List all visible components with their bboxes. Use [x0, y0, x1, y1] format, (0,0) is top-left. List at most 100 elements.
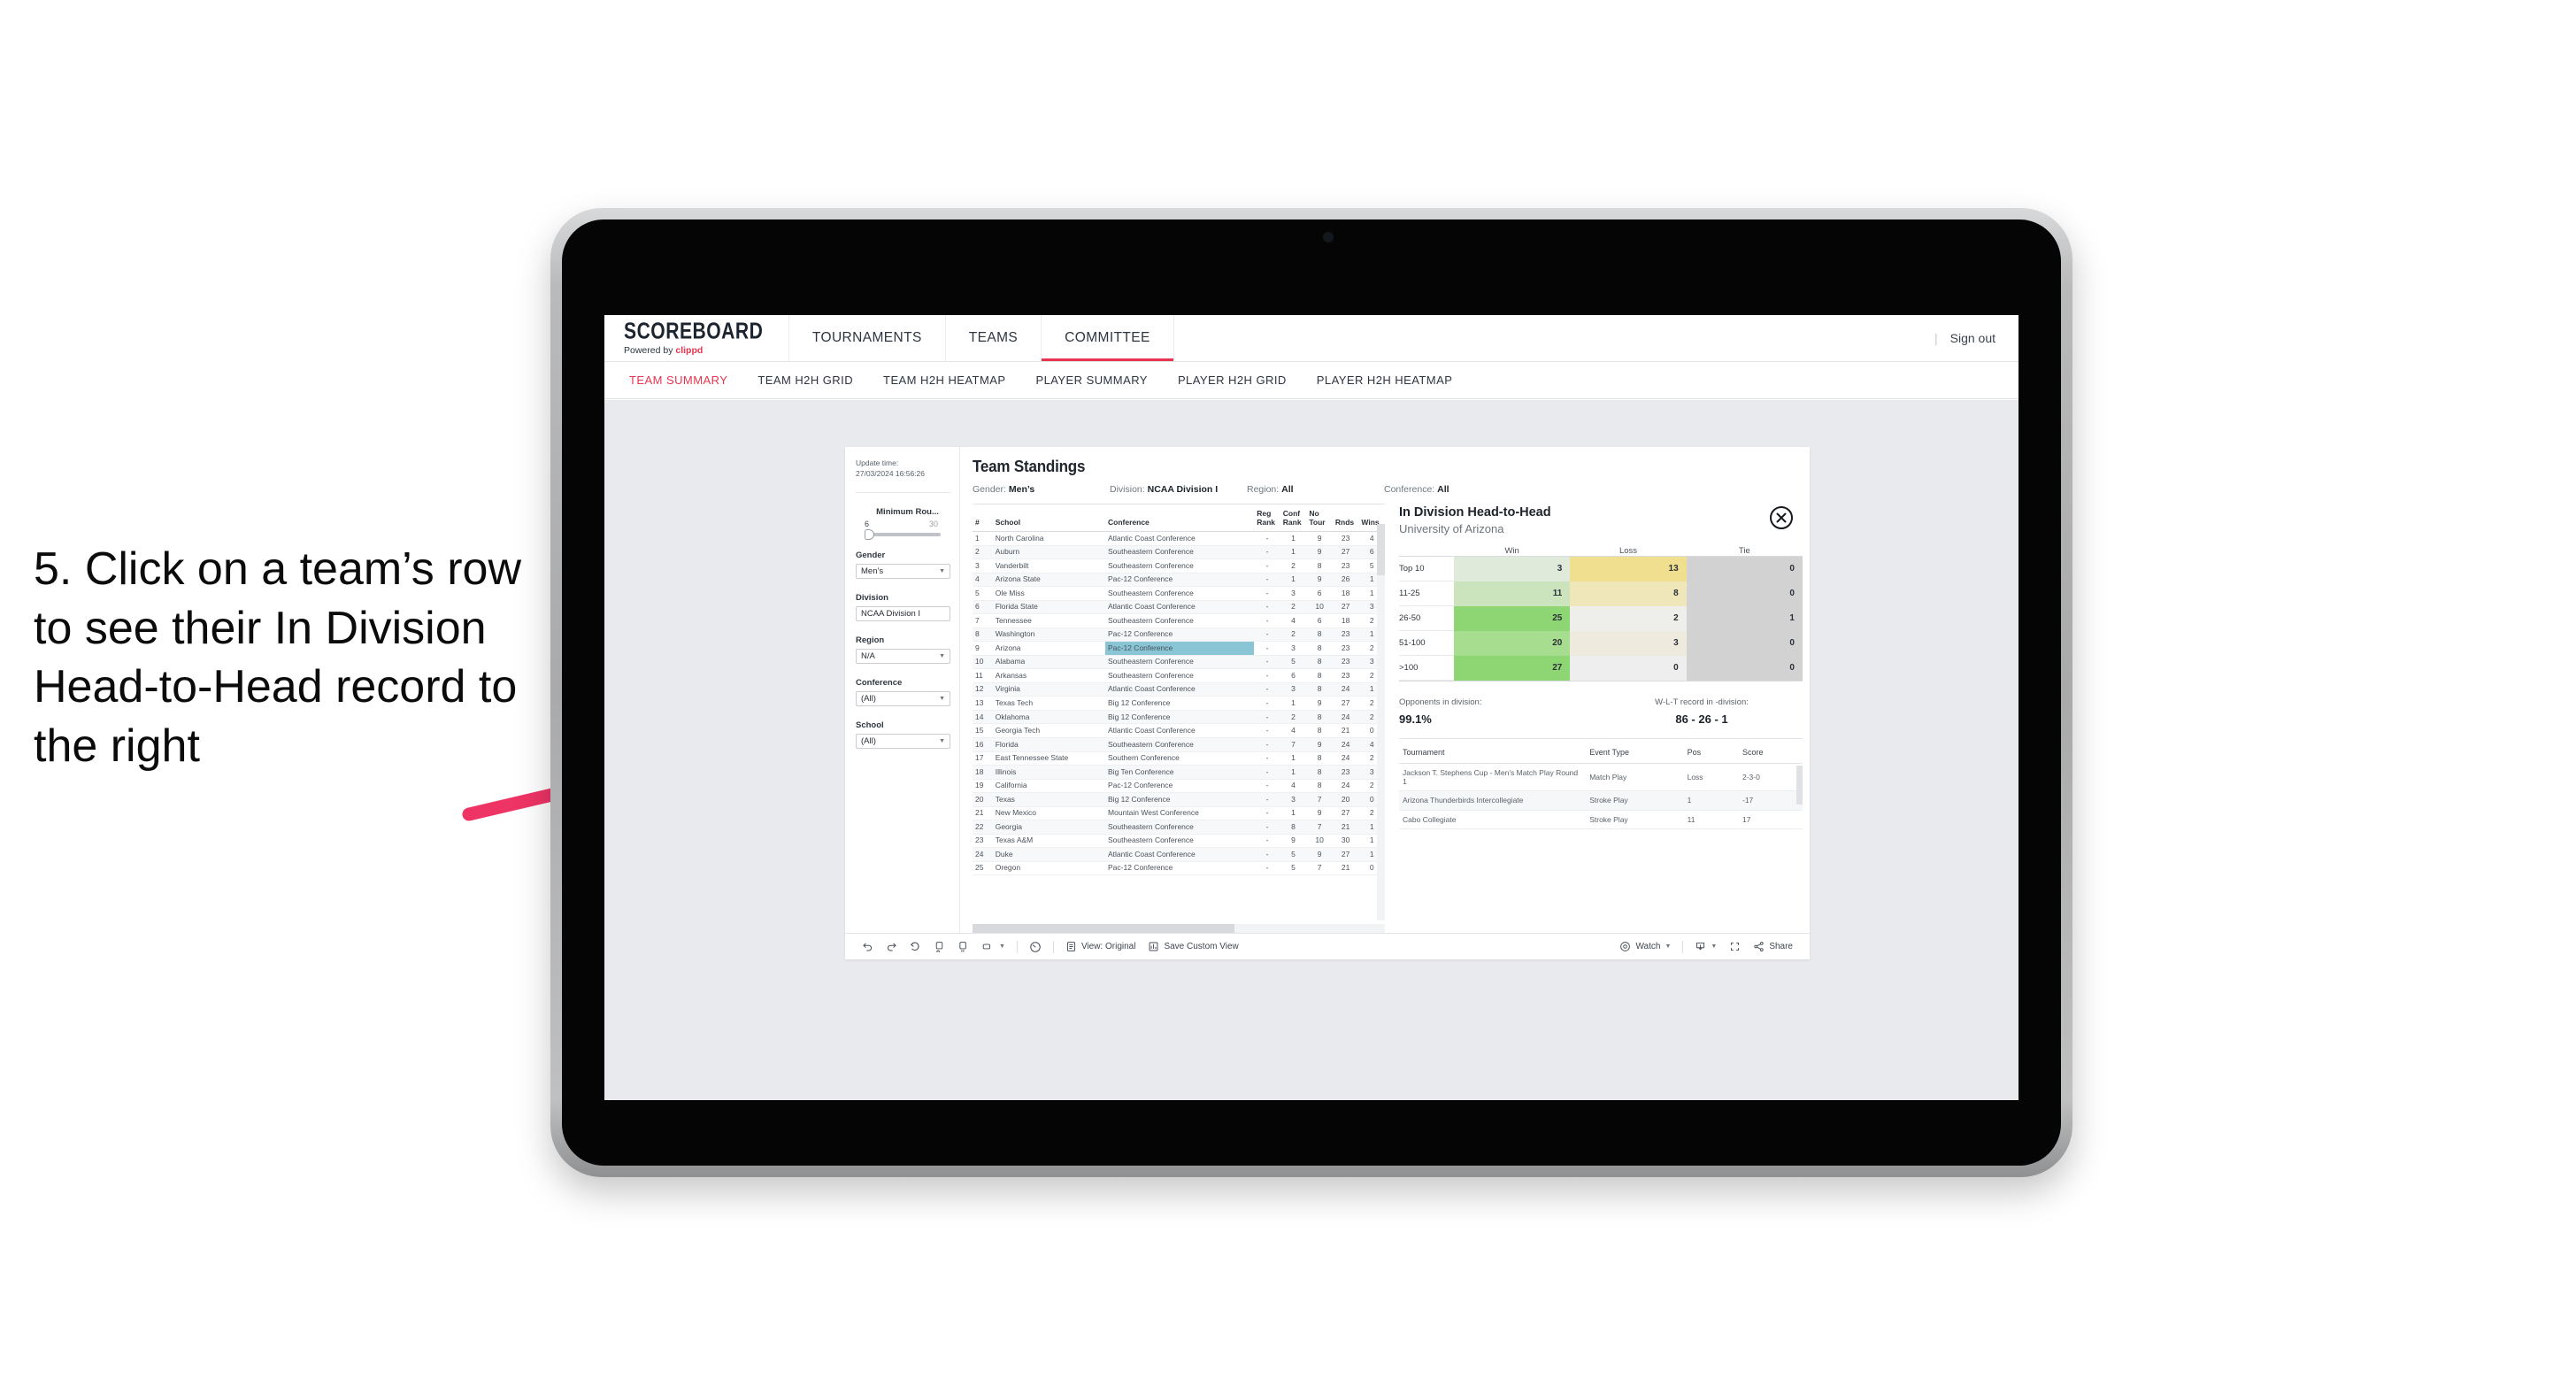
nav-item-teams[interactable]: TEAMS	[946, 315, 1042, 361]
close-icon[interactable]	[1769, 505, 1794, 530]
heatmap-cell-win[interactable]: 25	[1454, 605, 1571, 631]
cell-conf-rank[interactable]: 1	[1280, 765, 1307, 780]
cell-no-tour[interactable]: 8	[1306, 710, 1333, 725]
heatmap-row[interactable]: 51-100 20 3 0	[1399, 630, 1803, 656]
heatmap-row[interactable]: 26-50 25 2 1	[1399, 605, 1803, 631]
cell-tournament[interactable]: Cabo Collegiate	[1399, 810, 1587, 830]
revert-button[interactable]	[904, 941, 927, 952]
cell-no-tour[interactable]: 8	[1306, 655, 1333, 670]
cell-school[interactable]: Alabama	[992, 655, 1106, 670]
cell-no-tour[interactable]: 9	[1306, 847, 1333, 862]
cell-rnds[interactable]: 27	[1332, 847, 1359, 862]
cell-conf-rank[interactable]: 1	[1280, 531, 1307, 546]
cell-rnds[interactable]: 21	[1332, 820, 1359, 835]
heatmap-cell-tie[interactable]: 1	[1686, 605, 1803, 631]
table-row[interactable]: 11 Arkansas Southeastern Conference -6 8 23 2	[973, 668, 1385, 683]
heatmap-cell-loss[interactable]: 8	[1570, 581, 1687, 606]
cell-reg-rank[interactable]: -	[1254, 586, 1280, 601]
cell-event-type[interactable]: Match Play	[1586, 763, 1684, 792]
view-original-button[interactable]: View: Original	[1059, 941, 1142, 952]
cell-conference[interactable]: Atlantic Coast Conference	[1105, 723, 1255, 738]
cell-rank[interactable]: 4	[973, 573, 993, 588]
cell-rank[interactable]: 12	[973, 682, 993, 697]
cell-rank[interactable]: 1	[973, 531, 993, 546]
cell-conf-rank[interactable]: 7	[1280, 737, 1307, 752]
device-preview-button[interactable]: ▼	[975, 941, 1011, 952]
heatmap-cell-tie[interactable]: 0	[1686, 655, 1803, 681]
table-row[interactable]: 6 Florida State Atlantic Coast Conference -…	[973, 600, 1385, 615]
cell-rank[interactable]: 24	[973, 847, 993, 862]
cell-conf-rank[interactable]: 9	[1280, 834, 1307, 849]
cell-reg-rank[interactable]: -	[1254, 806, 1280, 821]
minimum-rounds-slider[interactable]	[865, 528, 941, 540]
cell-rank[interactable]: 3	[973, 558, 993, 574]
cell-rank[interactable]: 17	[973, 751, 993, 766]
cell-no-tour[interactable]: 8	[1306, 751, 1333, 766]
cell-rnds[interactable]: 30	[1332, 834, 1359, 849]
cell-rank[interactable]: 25	[973, 861, 993, 876]
cell-reg-rank[interactable]: -	[1254, 751, 1280, 766]
cell-reg-rank[interactable]: -	[1254, 847, 1280, 862]
cell-conference[interactable]: Southeastern Conference	[1105, 586, 1255, 601]
table-row[interactable]: 24 Duke Atlantic Coast Conference -5 9 27 1	[973, 847, 1385, 862]
col-tournament[interactable]: Tournament	[1399, 740, 1587, 764]
subnav-item-team-h2h-heatmap[interactable]: TEAM H2H HEATMAP	[883, 373, 1005, 387]
table-row[interactable]: 20 Texas Big 12 Conference -3 7 20 0	[973, 792, 1385, 807]
cell-rnds[interactable]: 24	[1332, 710, 1359, 725]
cell-no-tour[interactable]: 7	[1306, 792, 1333, 807]
heatmap-row[interactable]: 11-25 11 8 0	[1399, 581, 1803, 606]
cell-school[interactable]: Florida	[992, 737, 1106, 752]
heatmap-cell-tie[interactable]: 0	[1686, 630, 1803, 656]
cell-rnds[interactable]: 27	[1332, 545, 1359, 560]
cell-score[interactable]: 2-3-0	[1738, 763, 1803, 792]
table-row[interactable]: 8 Washington Pac-12 Conference -2 8 23 1	[973, 628, 1385, 643]
cell-conference[interactable]: Southeastern Conference	[1105, 545, 1255, 560]
cell-conference[interactable]: Pac-12 Conference	[1105, 573, 1255, 588]
pause-updates-button[interactable]	[951, 941, 975, 952]
cell-rank[interactable]: 5	[973, 586, 993, 601]
cell-conference[interactable]: Southern Conference	[1105, 751, 1255, 766]
cell-no-tour[interactable]: 9	[1306, 696, 1333, 711]
cell-conference[interactable]: Atlantic Coast Conference	[1105, 600, 1255, 615]
cell-no-tour[interactable]: 7	[1306, 861, 1333, 876]
cell-rnds[interactable]: 27	[1332, 600, 1359, 615]
col-reg-rank[interactable]: Reg Rank	[1254, 504, 1280, 533]
cell-school[interactable]: Auburn	[992, 545, 1106, 560]
cell-conference[interactable]: Southeastern Conference	[1105, 737, 1255, 752]
cell-rank[interactable]: 2	[973, 545, 993, 560]
cell-pos[interactable]: Loss	[1683, 763, 1739, 792]
col-no-tour[interactable]: No Tour	[1306, 504, 1333, 533]
col-pos[interactable]: Pos	[1683, 740, 1739, 764]
cell-no-tour[interactable]: 8	[1306, 558, 1333, 574]
cell-reg-rank[interactable]: -	[1254, 779, 1280, 794]
cell-school[interactable]: Ole Miss	[992, 586, 1106, 601]
cell-rnds[interactable]: 23	[1332, 558, 1359, 574]
cell-rank[interactable]: 22	[973, 820, 993, 835]
region-select[interactable]: N/A ▼	[856, 648, 950, 664]
cell-school[interactable]: New Mexico	[992, 806, 1106, 821]
cell-score[interactable]: -17	[1738, 790, 1803, 811]
cell-rank[interactable]: 7	[973, 613, 993, 628]
cell-conference[interactable]: Atlantic Coast Conference	[1105, 847, 1255, 862]
cell-conference[interactable]: Pac-12 Conference	[1105, 641, 1255, 656]
conference-select[interactable]: (All) ▼	[856, 690, 950, 706]
cell-reg-rank[interactable]: -	[1254, 723, 1280, 738]
table-row[interactable]: 1 North Carolina Atlantic Coast Conference…	[973, 531, 1385, 546]
cell-conf-rank[interactable]: 8	[1280, 820, 1307, 835]
pause-auto-update-button[interactable]	[1023, 941, 1048, 953]
cell-reg-rank[interactable]: -	[1254, 531, 1280, 546]
cell-conference[interactable]: Big Ten Conference	[1105, 765, 1255, 780]
cell-rank[interactable]: 20	[973, 792, 993, 807]
cell-reg-rank[interactable]: -	[1254, 792, 1280, 807]
cell-conf-rank[interactable]: 1	[1280, 573, 1307, 588]
cell-conf-rank[interactable]: 4	[1280, 723, 1307, 738]
cell-conference[interactable]: Pac-12 Conference	[1105, 779, 1255, 794]
heatmap-cell-loss[interactable]: 13	[1570, 556, 1687, 581]
cell-pos[interactable]: 11	[1683, 810, 1739, 830]
cell-school[interactable]: Tennessee	[992, 613, 1106, 628]
table-row[interactable]: 12 Virginia Atlantic Coast Conference -3 8 24…	[973, 682, 1385, 697]
cell-school[interactable]: Georgia	[992, 820, 1106, 835]
cell-rank[interactable]: 11	[973, 668, 993, 683]
division-select[interactable]: NCAA Division I	[856, 605, 950, 621]
cell-conf-rank[interactable]: 5	[1280, 861, 1307, 876]
